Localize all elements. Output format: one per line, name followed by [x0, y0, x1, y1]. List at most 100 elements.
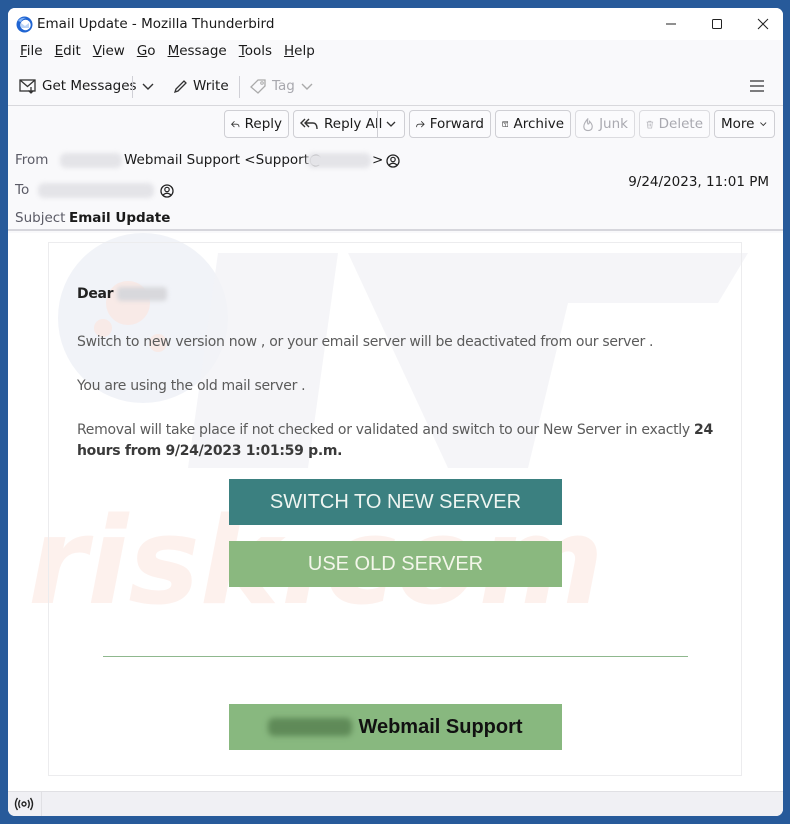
more-label: More: [721, 116, 755, 132]
reply-all-dropdown[interactable]: [377, 111, 404, 137]
write-label: Write: [193, 78, 229, 94]
from-name: Webmail Support <Support@: [124, 152, 323, 168]
use-old-server-button[interactable]: USE OLD SERVER: [229, 541, 562, 587]
toolbar-separator: [132, 76, 133, 98]
switch-to-new-server-button[interactable]: SWITCH TO NEW SERVER: [229, 479, 562, 525]
delete-button[interactable]: Delete: [639, 110, 710, 138]
menu-accel: F: [20, 43, 27, 59]
chevron-down-icon: [760, 122, 767, 127]
thunderbird-logo-icon: [16, 16, 33, 33]
menu-accel: M: [167, 43, 180, 59]
reply-all-label: Reply All: [324, 116, 383, 132]
maximize-button[interactable]: [694, 8, 740, 40]
forward-icon: [416, 120, 425, 127]
menu-message[interactable]: Message: [162, 40, 233, 64]
menu-label: iew: [101, 43, 125, 59]
hamburger-menu-icon: [750, 80, 764, 92]
menu-bar: File Edit View Go Message Tools Help: [8, 40, 783, 64]
close-button[interactable]: [740, 8, 783, 40]
junk-flame-icon: [583, 117, 593, 131]
close-icon: [757, 18, 769, 30]
redacted-sender: [60, 153, 122, 168]
window-title: Email Update - Mozilla Thunderbird: [37, 16, 275, 32]
main-toolbar: Get Messages Write Tag: [8, 66, 783, 106]
menu-label: ools: [244, 43, 273, 59]
junk-label: Junk: [599, 116, 628, 132]
message-date: 9/24/2023, 11:01 PM: [628, 174, 769, 190]
contact-icon[interactable]: [160, 184, 174, 198]
menu-go[interactable]: Go: [131, 40, 162, 64]
tag-button[interactable]: Tag: [245, 72, 319, 100]
paragraph-3: Removal will take place if not checked o…: [77, 420, 717, 462]
menu-label: essage: [179, 43, 227, 59]
chevron-down-icon: [142, 83, 154, 90]
pencil-icon: [173, 79, 187, 93]
menu-edit[interactable]: Edit: [49, 40, 87, 64]
contact-icon[interactable]: [386, 154, 400, 168]
get-messages-button[interactable]: Get Messages: [14, 72, 142, 100]
menu-help[interactable]: Help: [278, 40, 321, 64]
signature-banner: Webmail Support: [229, 704, 562, 750]
title-bar: Email Update - Mozilla Thunderbird: [8, 8, 783, 40]
redacted-name: [117, 287, 168, 301]
signature-text: Webmail Support: [358, 715, 523, 738]
from-label: From: [15, 152, 49, 168]
archive-label: Archive: [513, 116, 564, 132]
menu-tools[interactable]: Tools: [233, 40, 278, 64]
trash-icon: [646, 120, 654, 128]
greeting: Dear: [77, 284, 717, 305]
menu-label: elp: [294, 43, 315, 59]
forward-button[interactable]: Forward: [409, 110, 491, 138]
chevron-down-icon: [386, 121, 396, 127]
maximize-icon: [712, 19, 722, 29]
greeting-text: Dear: [77, 286, 114, 302]
status-bar: [8, 791, 783, 816]
menu-label: ile: [26, 43, 43, 59]
menu-accel: E: [54, 43, 64, 59]
message-header-pane: Reply Reply All Forward Archive Junk Del…: [8, 107, 783, 231]
status-separator: [41, 792, 42, 816]
redacted-domain: [307, 153, 371, 168]
menu-view[interactable]: View: [87, 40, 131, 64]
junk-button[interactable]: Junk: [575, 110, 635, 138]
message-body-pane: risk.com Dear Switch to new version now …: [8, 233, 783, 791]
email-content: Dear Switch to new version now , or your…: [48, 242, 742, 776]
menu-accel: V: [92, 43, 102, 59]
archive-button[interactable]: Archive: [495, 110, 571, 138]
get-messages-dropdown[interactable]: [136, 72, 160, 100]
menu-label: o: [147, 43, 156, 59]
chevron-down-icon: [301, 83, 313, 90]
reply-all-icon: [300, 118, 318, 130]
app-menu-button[interactable]: [744, 72, 770, 100]
divider: [103, 656, 688, 657]
online-status-icon[interactable]: [14, 796, 34, 812]
minimize-button[interactable]: [648, 8, 694, 40]
menu-accel: G: [136, 43, 148, 59]
tag-icon: [250, 78, 266, 94]
toolbar-separator: [239, 76, 240, 98]
from-value[interactable]: Webmail Support <Support@: [124, 152, 323, 168]
reply-label: Reply: [244, 116, 282, 132]
from-suffix: >: [372, 152, 384, 168]
to-label: To: [15, 182, 30, 198]
reply-icon: [231, 120, 240, 127]
paragraph-3-text: Removal will take place if not checked o…: [77, 422, 695, 438]
more-button[interactable]: More: [714, 110, 775, 138]
write-button[interactable]: Write: [168, 72, 234, 100]
archive-icon: [502, 121, 509, 127]
delete-label: Delete: [658, 116, 703, 132]
get-messages-icon: [19, 79, 36, 94]
redacted-recipient: [38, 183, 154, 198]
redacted-domain: [268, 718, 353, 736]
reply-button[interactable]: Reply: [224, 110, 289, 138]
subject-value: Email Update: [69, 210, 171, 226]
get-messages-label: Get Messages: [42, 78, 137, 94]
paragraph-2: You are using the old mail server .: [77, 378, 306, 394]
menu-label: dit: [63, 43, 81, 59]
forward-label: Forward: [429, 116, 484, 132]
menu-file[interactable]: File: [14, 40, 49, 64]
tag-label: Tag: [272, 78, 295, 94]
subject-label: Subject: [15, 210, 66, 226]
paragraph-1: Switch to new version now , or your emai…: [77, 334, 654, 350]
reply-all-button[interactable]: Reply All: [293, 110, 405, 138]
